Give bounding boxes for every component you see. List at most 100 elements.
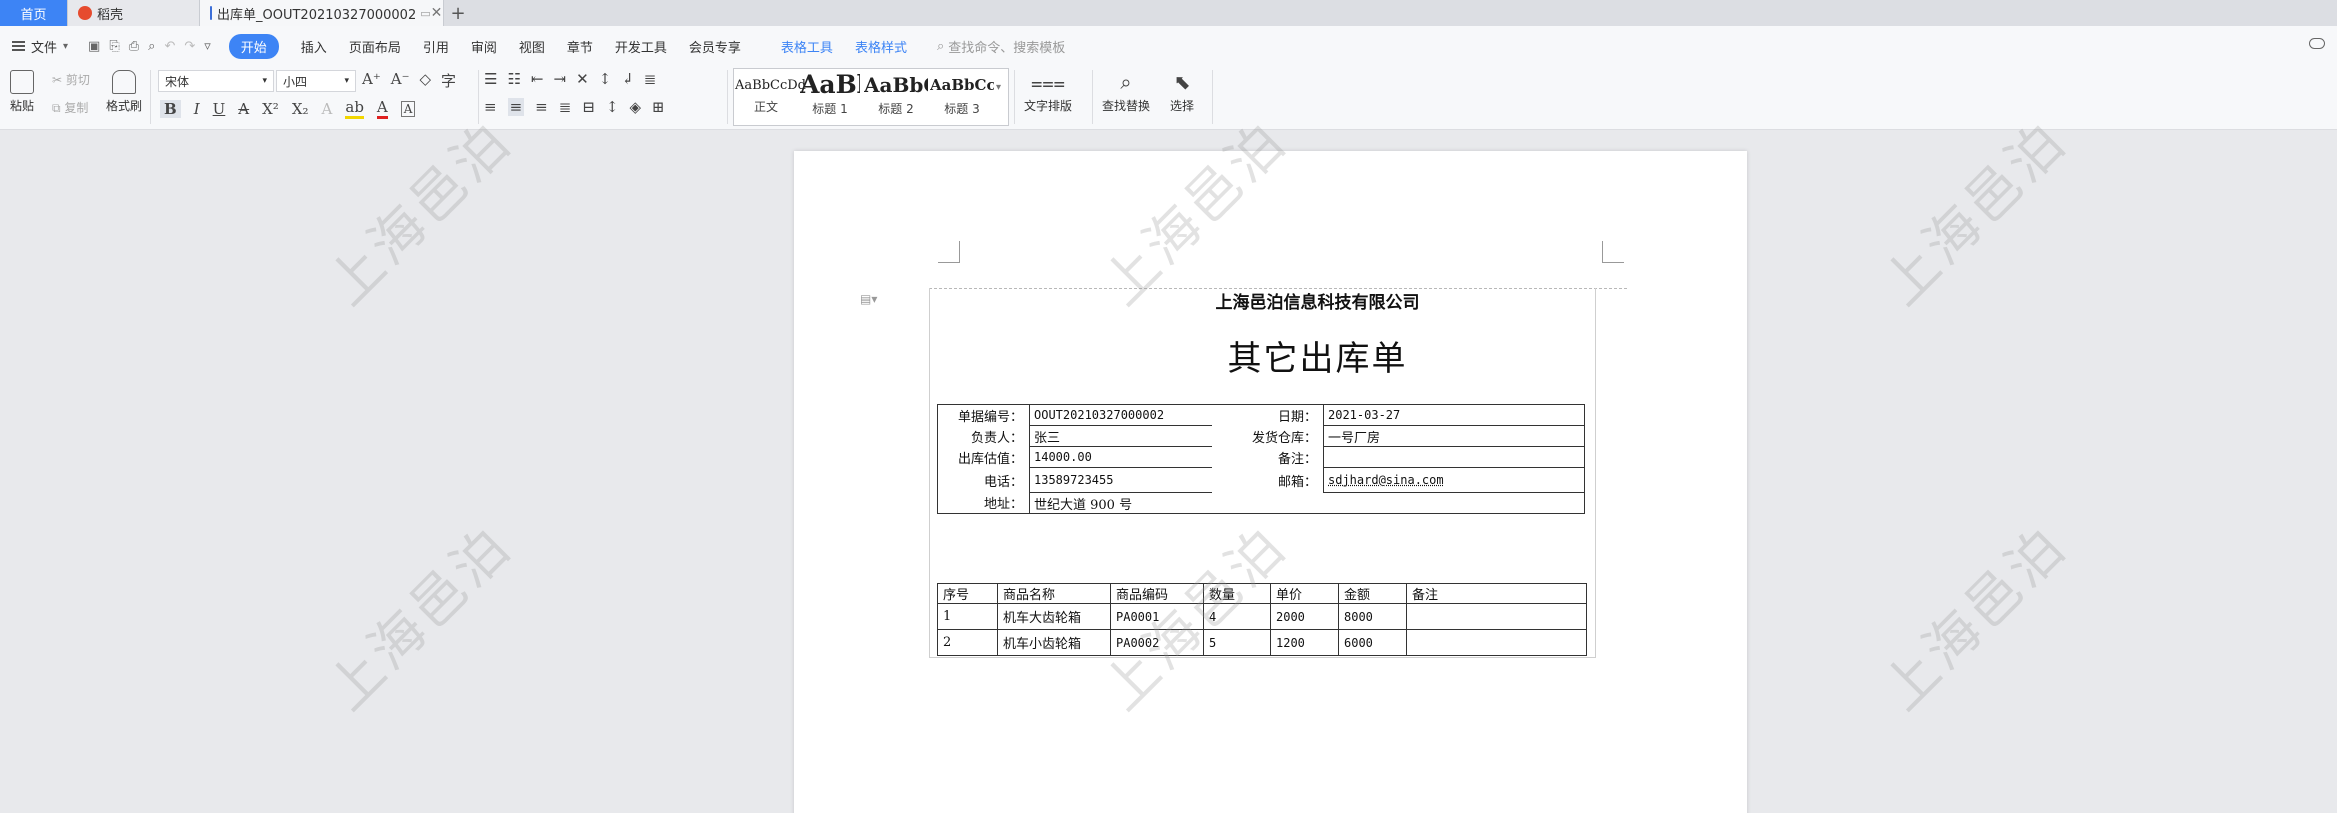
tab-document[interactable]: 出库单_OOUT20210327000002 ▭ ✕ — [200, 0, 444, 26]
menu-insert[interactable]: 插入 — [301, 37, 327, 56]
distribute-icon[interactable]: ⊟ — [582, 98, 595, 116]
tab-home[interactable]: 首页 — [0, 0, 68, 26]
menu-review[interactable]: 审阅 — [471, 37, 497, 56]
remark-value[interactable] — [1323, 446, 1585, 468]
cloud-icon[interactable] — [2309, 38, 2325, 49]
menu-chapter[interactable]: 章节 — [567, 37, 593, 56]
menu-home[interactable]: 开始 — [228, 33, 279, 59]
cell-price[interactable]: 2000 — [1270, 603, 1339, 630]
borders-icon[interactable]: ⊞ — [652, 98, 665, 116]
file-menu[interactable]: 文件 ▾ — [12, 37, 68, 56]
cell-seq[interactable]: 1 — [937, 603, 998, 630]
decrease-indent-icon[interactable]: ⇤ — [531, 70, 544, 88]
bullet-list-icon[interactable]: ☰ — [484, 70, 497, 88]
format-painter-button[interactable]: 格式刷 — [106, 70, 142, 114]
style-heading-2[interactable]: AaBbC 标题 2 — [864, 70, 928, 117]
cell-code[interactable]: PA0001 — [1110, 603, 1204, 630]
date-value[interactable]: 2021-03-27 — [1323, 404, 1585, 426]
cell-code[interactable]: PA0002 — [1110, 629, 1204, 656]
menu-page-layout[interactable]: 页面布局 — [349, 37, 401, 56]
strikethrough-icon[interactable]: A — [238, 100, 249, 118]
justify-icon[interactable]: ≣ — [559, 98, 572, 116]
export-icon[interactable]: ⎘ — [109, 39, 119, 54]
font-name-select[interactable]: 宋体 ▾ — [158, 70, 274, 92]
cell-price[interactable]: 1200 — [1270, 629, 1339, 656]
align-center-icon[interactable]: ≡ — [507, 98, 525, 116]
font-size-select[interactable]: 小四 ▾ — [276, 70, 356, 92]
align-left-icon[interactable]: ≡ — [484, 98, 497, 116]
value-value[interactable]: 14000.00 — [1029, 446, 1212, 468]
char-border-icon[interactable]: A — [400, 100, 416, 117]
cut-button[interactable]: ✂ 剪切 — [52, 71, 90, 88]
cell-amount[interactable]: 8000 — [1338, 603, 1407, 630]
tab-docer[interactable]: 稻壳 — [68, 0, 200, 26]
new-tab-button[interactable]: + — [444, 0, 472, 26]
subscript-icon[interactable]: X₂ — [292, 100, 309, 118]
cell-name[interactable]: 机车小齿轮箱 — [997, 629, 1111, 656]
document-page[interactable]: ▤▾ 上海邑泊信息科技有限公司 其它出库单 单据编号： OOUT20210327… — [794, 151, 1747, 813]
superscript-icon[interactable]: X² — [262, 100, 279, 118]
text-effect-icon[interactable]: A — [322, 100, 333, 118]
address-value[interactable]: 世纪大道 900 号 — [1029, 492, 1585, 514]
sort-icon[interactable]: ↕ — [599, 70, 612, 88]
show-marks-icon[interactable]: ↲ — [621, 70, 634, 88]
doc-no-value[interactable]: OOUT20210327000002 — [1029, 404, 1212, 426]
redo-icon[interactable]: ↷ — [184, 39, 195, 54]
menu-table-style[interactable]: 表格样式 — [855, 37, 907, 56]
paragraph-row-1: ☰ ☷ ⇤ ⇥ ✕ ↕ ↲ ≣ — [484, 70, 656, 88]
highlight-icon[interactable]: ab — [345, 98, 364, 119]
email-value[interactable]: sdjhard@sina.com — [1323, 467, 1585, 493]
copy-button[interactable]: ⧉ 复制 — [52, 99, 88, 116]
close-tab-icon[interactable]: ✕ — [431, 5, 443, 21]
cell-seq[interactable]: 2 — [937, 629, 998, 656]
text-layout-button[interactable]: ⩶ 文字排版 — [1024, 70, 1072, 114]
phonetic-icon[interactable]: 字 — [441, 70, 456, 91]
menu-member[interactable]: 会员专享 — [689, 37, 741, 56]
undo-icon[interactable]: ↶ — [164, 39, 175, 54]
select-button[interactable]: ⬉ 选择 — [1170, 70, 1194, 114]
cell-remark[interactable] — [1406, 603, 1587, 630]
phone-value[interactable]: 13589723455 — [1029, 467, 1212, 493]
numbered-list-icon[interactable]: ☷ — [507, 70, 520, 88]
company-name: 上海邑泊信息科技有限公司 — [1215, 293, 1420, 313]
style-heading-3[interactable]: AaBbCcI 标题 3 — [930, 70, 994, 117]
align-right-icon[interactable]: ≡ — [535, 98, 548, 116]
increase-indent-icon[interactable]: ⇥ — [553, 70, 566, 88]
cell-name[interactable]: 机车大齿轮箱 — [997, 603, 1111, 630]
bold-icon[interactable]: B — [160, 99, 181, 118]
style-heading-1[interactable]: AaBb 标题 1 — [800, 70, 860, 117]
warehouse-value[interactable]: 一号厂房 — [1323, 425, 1585, 447]
menu-references[interactable]: 引用 — [423, 37, 449, 56]
document-area[interactable]: ▤▾ 上海邑泊信息科技有限公司 其它出库单 单据编号： OOUT20210327… — [0, 130, 2337, 813]
print-icon[interactable]: ⎙ — [129, 39, 139, 54]
paste-button[interactable]: 粘贴 — [10, 70, 34, 114]
cell-amount[interactable]: 6000 — [1338, 629, 1407, 656]
line-spacing-icon[interactable]: ↕ — [606, 98, 619, 116]
cell-qty[interactable]: 4 — [1203, 603, 1271, 630]
info-row: 电话： 13589723455 邮箱： sdjhard@sina.com — [937, 467, 1585, 493]
table-of-contents-icon[interactable]: ≣ — [644, 70, 657, 88]
clear-format-icon[interactable]: ◇ — [420, 70, 432, 91]
style-gallery-more-icon[interactable]: ▾ — [996, 82, 1001, 93]
command-search[interactable]: ⌕ 查找命令、搜索模板 — [937, 37, 1065, 56]
cell-qty[interactable]: 5 — [1203, 629, 1271, 656]
grow-font-icon[interactable]: A⁺ — [362, 70, 381, 91]
menu-table-tools[interactable]: 表格工具 — [781, 37, 833, 56]
separator — [1212, 70, 1213, 124]
menu-developer[interactable]: 开发工具 — [615, 37, 667, 56]
shading-icon[interactable]: ◈ — [629, 98, 641, 116]
customize-icon[interactable]: ▿ — [204, 39, 211, 54]
owner-value[interactable]: 张三 — [1029, 425, 1212, 447]
menu-view[interactable]: 视图 — [519, 37, 545, 56]
save-icon[interactable]: ▣ — [88, 39, 100, 54]
print-preview-icon[interactable]: ⌕ — [148, 39, 155, 54]
find-replace-button[interactable]: ⌕ 查找替换 — [1102, 70, 1150, 114]
cell-remark[interactable] — [1406, 629, 1587, 656]
cjk-layout-icon[interactable]: ✕ — [576, 70, 589, 88]
style-normal[interactable]: AaBbCcDd 正文 — [735, 70, 806, 115]
font-color-icon[interactable]: A — [376, 98, 388, 119]
underline-icon[interactable]: U — [213, 100, 226, 118]
font-style-row: B I U A X² X₂ A ab A A — [160, 98, 416, 119]
shrink-font-icon[interactable]: A⁻ — [391, 70, 410, 91]
italic-icon[interactable]: I — [194, 100, 200, 118]
